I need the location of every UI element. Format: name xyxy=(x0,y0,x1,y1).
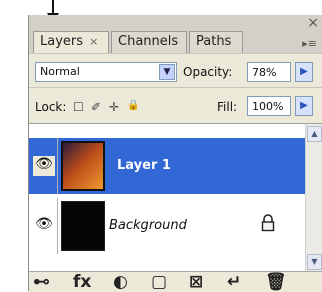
tab-channels-label: Channels xyxy=(118,34,179,49)
close-panel-icon[interactable]: × xyxy=(307,15,319,31)
blend-row: Normal ▼ Opacity: 78% ▶ xyxy=(29,53,322,88)
lock-transparent-icon[interactable]: ☐ xyxy=(73,100,84,114)
panel-footer: ⊷ fx ◐ ▢ ⊠ ↵ 🗑 xyxy=(29,271,322,292)
layer-style-icon[interactable]: fx xyxy=(73,272,91,292)
fill-input[interactable]: 100% xyxy=(247,96,291,116)
layer-name: Layer 1 xyxy=(117,158,171,173)
adjustment-layer-icon[interactable]: ▢ xyxy=(151,272,167,292)
layer-row-background[interactable]: 👁 Background xyxy=(29,198,305,254)
layers-list: 👁 Layer 1 👁 Background ▲ ▼ xyxy=(29,123,322,272)
lock-row: Lock: ☐ ✐ ✛ 🔒 Fill: 100% ▶ xyxy=(29,87,322,124)
new-group-icon[interactable]: ⊠ xyxy=(189,272,203,292)
fill-label: Fill: xyxy=(217,100,238,114)
opacity-input[interactable]: 78% xyxy=(247,62,291,82)
scrollbar[interactable]: ▲ ▼ xyxy=(305,124,322,272)
link-layers-icon[interactable]: ⊷ xyxy=(33,272,50,292)
close-tab-icon[interactable]: × xyxy=(89,35,98,48)
tab-bar: Layers × Channels Paths × ▸≡ xyxy=(29,15,322,54)
new-layer-icon[interactable]: ↵ xyxy=(227,272,241,292)
layer-thumbnail xyxy=(61,201,105,251)
panel-menu-icon[interactable]: ▸≡ xyxy=(302,37,317,50)
opacity-slider-button[interactable]: ▶ xyxy=(295,62,313,82)
lock-label: Lock: xyxy=(35,100,67,114)
layers-panel: Layers × Channels Paths × ▸≡ Normal ▼ Op… xyxy=(28,15,322,292)
lock-icon xyxy=(261,214,275,232)
scroll-down-icon[interactable]: ▼ xyxy=(307,254,322,270)
blend-mode-select[interactable]: Normal ▼ xyxy=(35,62,177,82)
tab-paths-label: Paths xyxy=(196,34,232,49)
row-divider xyxy=(57,138,58,194)
lock-brush-icon[interactable]: ✐ xyxy=(91,100,101,114)
tab-layers-label: Layers xyxy=(40,34,84,49)
tab-paths[interactable]: Paths xyxy=(189,31,243,53)
eye-icon[interactable]: 👁 xyxy=(33,216,55,236)
tab-channels[interactable]: Channels xyxy=(111,31,187,53)
layer-name: Background xyxy=(109,218,187,233)
layer-mask-icon[interactable]: ◐ xyxy=(113,272,128,292)
opacity-label: Opacity: xyxy=(183,65,233,79)
fill-slider-button[interactable]: ▶ xyxy=(295,96,313,116)
layer-row-layer-1[interactable]: 👁 Layer 1 xyxy=(29,138,305,194)
row-divider xyxy=(57,198,58,254)
lock-move-icon[interactable]: ✛ xyxy=(109,100,119,114)
lock-all-icon[interactable]: 🔒 xyxy=(127,100,139,111)
eye-icon[interactable]: 👁 xyxy=(33,156,55,176)
scroll-up-icon[interactable]: ▲ xyxy=(307,126,322,142)
blend-mode-value: Normal xyxy=(40,65,80,78)
trash-icon[interactable]: 🗑 xyxy=(265,272,287,292)
chevron-down-icon[interactable]: ▼ xyxy=(159,64,175,80)
layer-thumbnail xyxy=(61,141,105,191)
tab-layers[interactable]: Layers × xyxy=(33,31,109,54)
